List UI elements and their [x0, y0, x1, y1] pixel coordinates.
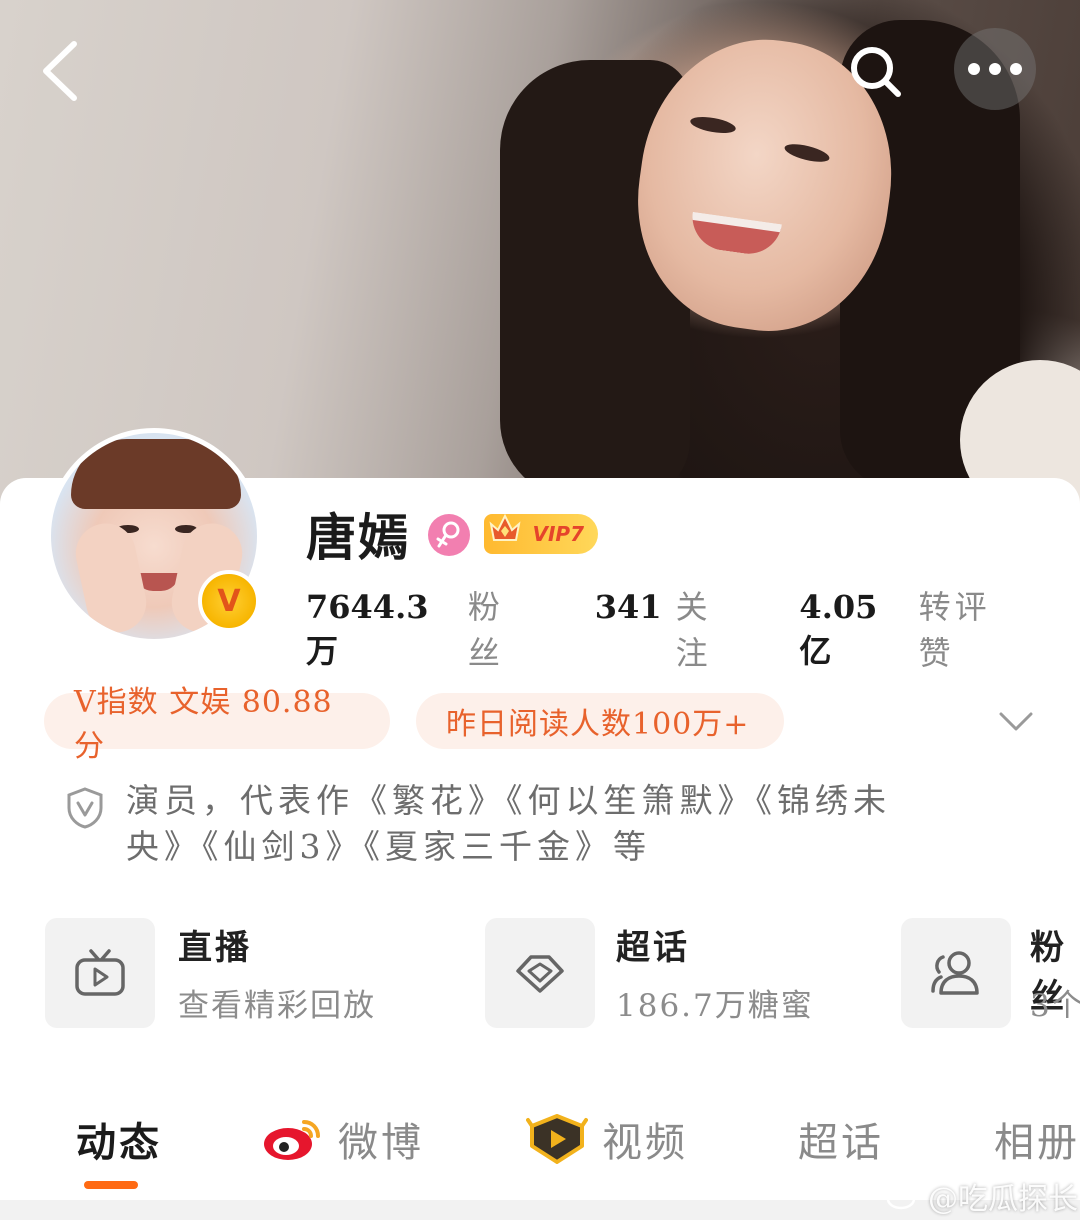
stats-row: 7644.3万 粉丝 341 关注 4.05亿 转评赞 [306, 582, 1080, 674]
watermark: @吃瓜探长 [886, 1174, 1078, 1218]
stat-value: 341 [594, 588, 662, 626]
stat-followers[interactable]: 7644.3万 粉丝 [306, 582, 537, 674]
weibo-logo-icon [264, 1120, 320, 1160]
bio-line: 央》《仙剑3》《夏家三千金》等 [126, 827, 651, 866]
weibo-watermark-icon [886, 1183, 921, 1210]
verified-shield-icon [67, 787, 103, 829]
tab-label: 微博 [338, 1120, 424, 1166]
diamond-icon [516, 955, 564, 993]
female-icon [428, 514, 470, 556]
stat-label: 关注 [675, 588, 712, 672]
supertopic-card-icon[interactable] [485, 918, 595, 1028]
back-button[interactable] [30, 36, 90, 106]
stat-engagement[interactable]: 4.05亿 转评赞 [799, 582, 1022, 674]
stat-label: 转评赞 [918, 588, 991, 672]
stat-following[interactable]: 341 关注 [595, 582, 742, 674]
search-button[interactable] [842, 38, 910, 106]
bio-text[interactable]: 演员，代表作《繁花》《何以笙箫默》《锦绣未 央》《仙剑3》《夏家三千金》等 [126, 778, 946, 870]
profile-page: V 唐嫣 VIP7 7644.3万 粉丝 341 关注 4.05亿 转评赞 V指… [0, 0, 1080, 1220]
watermark-text: @吃瓜探长 [928, 1182, 1078, 1217]
verified-badge: V [198, 570, 260, 632]
search-icon [851, 47, 901, 97]
vip-badge[interactable]: VIP7 [484, 513, 598, 554]
avatar-hair [71, 439, 241, 509]
tv-icon [75, 949, 125, 996]
daily-readers-chip[interactable]: 昨日阅读人数100万+ [416, 693, 784, 749]
tab-weibo[interactable]: 微博 [262, 1110, 424, 1168]
video-channel-icon [526, 1114, 588, 1164]
fans-card-icon[interactable] [901, 918, 1011, 1028]
live-card-title[interactable]: 直播 [178, 920, 252, 969]
fans-card-subtitle: 3个 [1030, 988, 1080, 1024]
users-icon [931, 951, 979, 995]
tab-video[interactable]: 视频 [526, 1110, 688, 1168]
tab-supertopic[interactable]: 超话 [798, 1110, 884, 1168]
chevron-left-icon [43, 41, 77, 101]
live-card-subtitle: 查看精彩回放 [178, 988, 376, 1024]
stat-value: 7644.3万 [306, 588, 429, 670]
tab-feed[interactable]: 动态 [76, 1110, 162, 1168]
expand-button[interactable] [994, 700, 1038, 744]
tab-label: 动态 [76, 1119, 162, 1166]
tab-label: 视频 [602, 1120, 688, 1166]
profile-name: 唐嫣 [306, 508, 410, 567]
stat-label: 粉丝 [467, 588, 504, 672]
more-dots-icon [968, 63, 1022, 75]
supertopic-card-subtitle: 186.7万糖蜜 [616, 988, 814, 1024]
chevron-down-icon [999, 712, 1033, 731]
vip-label: VIP7 [532, 522, 585, 546]
tab-label: 相册 [994, 1120, 1080, 1166]
more-button[interactable] [954, 28, 1036, 110]
crown-icon [489, 513, 521, 541]
tab-label: 超话 [798, 1120, 884, 1166]
live-card-icon[interactable] [45, 918, 155, 1028]
supertopic-card-title[interactable]: 超话 [616, 920, 690, 969]
bio-line: 演员，代表作《繁花》《何以笙箫默》《锦绣未 [126, 781, 891, 820]
tab-album[interactable]: 相册 [994, 1110, 1080, 1168]
active-tab-indicator [84, 1181, 138, 1189]
stat-value: 4.05亿 [799, 588, 878, 670]
v-index-chip[interactable]: V指数 文娱 80.88分 [44, 685, 390, 764]
